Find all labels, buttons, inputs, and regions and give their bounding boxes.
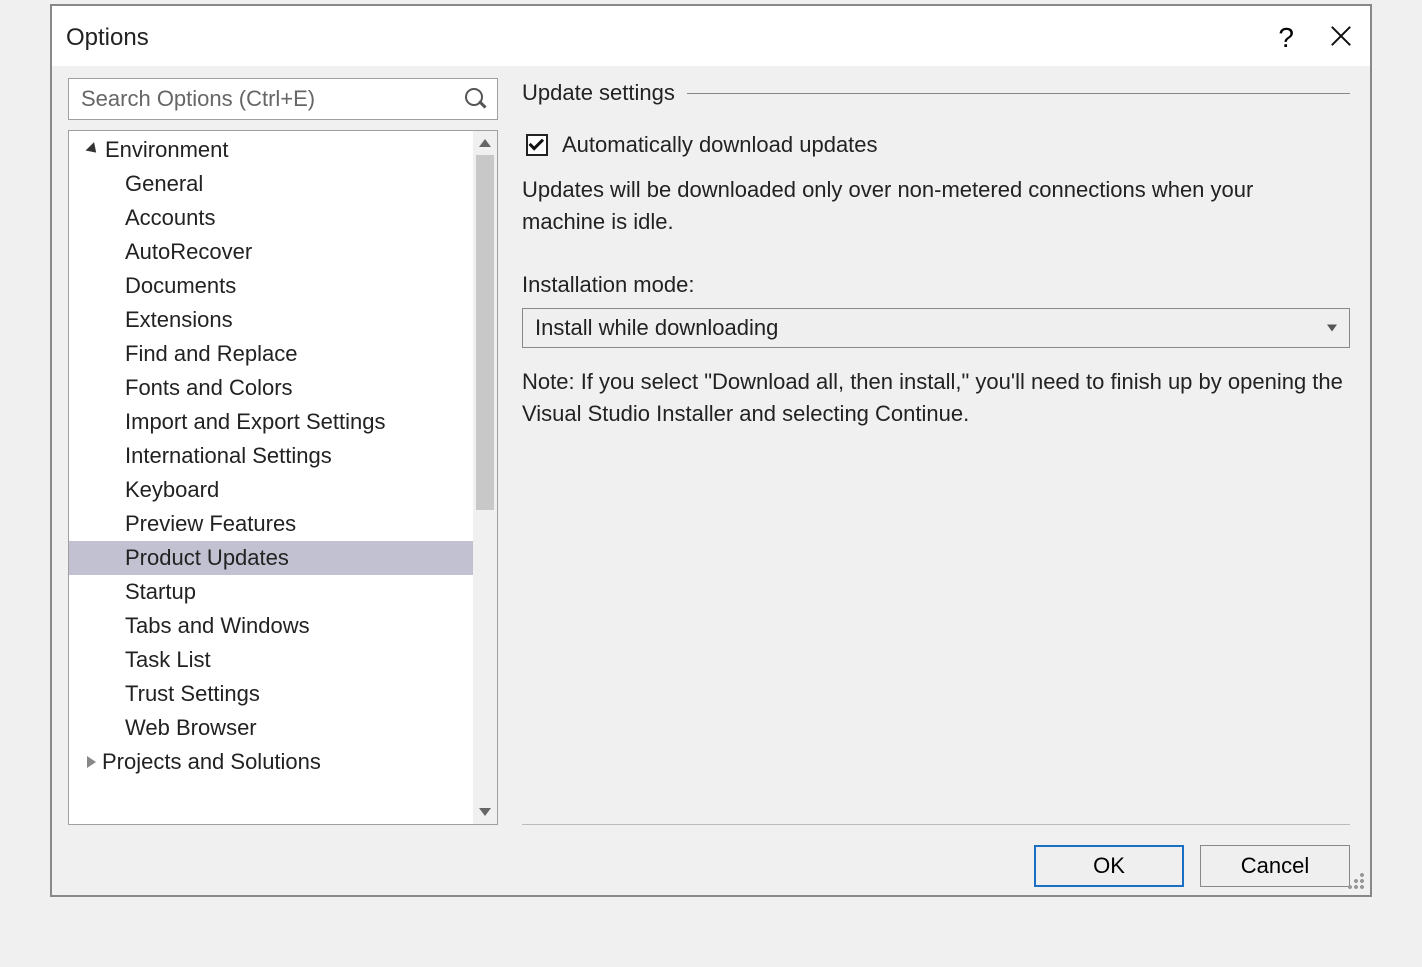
- tree-item-label: Find and Replace: [125, 341, 297, 366]
- tree-item-label: Preview Features: [125, 511, 296, 536]
- titlebar: Options ?: [52, 6, 1370, 66]
- scroll-track[interactable]: [473, 155, 497, 800]
- tree-item-extensions[interactable]: Extensions: [69, 303, 473, 337]
- auto-download-label: Automatically download updates: [562, 132, 878, 158]
- expander-open-icon: [86, 142, 101, 157]
- resize-grip[interactable]: [1348, 873, 1366, 891]
- tree-item-label: Keyboard: [125, 477, 219, 502]
- search-input[interactable]: [79, 85, 465, 113]
- dialog-title: Options: [66, 24, 1278, 52]
- close-button[interactable]: [1330, 25, 1352, 52]
- tree-item-label: Projects and Solutions: [102, 749, 321, 774]
- tree-item-product-updates[interactable]: Product Updates: [69, 541, 473, 575]
- tree-item-startup[interactable]: Startup: [69, 575, 473, 609]
- tree-item-preview-features[interactable]: Preview Features: [69, 507, 473, 541]
- ok-button[interactable]: OK: [1034, 845, 1184, 887]
- tree-scrollbar[interactable]: [473, 131, 497, 824]
- expander-closed-icon: [87, 756, 96, 768]
- tree-item-label: General: [125, 171, 203, 196]
- tree-item-tabs-and-windows[interactable]: Tabs and Windows: [69, 609, 473, 643]
- tree-item-label: Extensions: [125, 307, 233, 332]
- options-tree: Environment General Accounts AutoRecover Doc…: [68, 130, 498, 825]
- install-mode-dropdown[interactable]: Install while downloading: [522, 308, 1350, 348]
- tree-item-label: Accounts: [125, 205, 216, 230]
- help-icon[interactable]: ?: [1278, 24, 1294, 52]
- tree-item-label: Startup: [125, 579, 196, 604]
- tree-item-import-and-export-settings[interactable]: Import and Export Settings: [69, 405, 473, 439]
- tree-item-label: Import and Export Settings: [125, 409, 385, 434]
- search-icon: [465, 88, 487, 110]
- tree-item-label: AutoRecover: [125, 239, 252, 264]
- search-box[interactable]: [68, 78, 498, 120]
- tree-item-label: Task List: [125, 647, 211, 672]
- tree-item-label: Product Updates: [125, 545, 289, 570]
- scroll-up-button[interactable]: [473, 131, 497, 155]
- tree-scroll[interactable]: Environment General Accounts AutoRecover Doc…: [69, 131, 473, 824]
- tree-root-environment[interactable]: Environment: [69, 133, 473, 167]
- tree-item-find-and-replace[interactable]: Find and Replace: [69, 337, 473, 371]
- settings-panel: Update settings Automatically download u…: [498, 78, 1350, 825]
- section-header: Update settings: [522, 80, 1350, 106]
- tree-item-autorecover[interactable]: AutoRecover: [69, 235, 473, 269]
- checkmark-icon: [529, 135, 545, 151]
- chevron-down-icon: [479, 808, 491, 816]
- dialog-footer: OK Cancel: [52, 825, 1370, 895]
- auto-download-description: Updates will be downloaded only over non…: [522, 174, 1332, 238]
- dialog-body: Environment General Accounts AutoRecover Doc…: [52, 66, 1370, 825]
- tree-item-label: Tabs and Windows: [125, 613, 310, 638]
- tree-item-trust-settings[interactable]: Trust Settings: [69, 677, 473, 711]
- tree-root-projects-and-solutions[interactable]: Projects and Solutions: [69, 745, 473, 779]
- install-mode-label: Installation mode:: [522, 272, 1350, 298]
- tree-item-label: Fonts and Colors: [125, 375, 293, 400]
- tree-item-fonts-and-colors[interactable]: Fonts and Colors: [69, 371, 473, 405]
- scroll-thumb[interactable]: [476, 155, 494, 510]
- tree-item-keyboard[interactable]: Keyboard: [69, 473, 473, 507]
- tree-item-label: International Settings: [125, 443, 332, 468]
- tree-item-international-settings[interactable]: International Settings: [69, 439, 473, 473]
- chevron-down-icon: [1327, 324, 1337, 331]
- tree-item-label: Documents: [125, 273, 236, 298]
- tree-item-label: Trust Settings: [125, 681, 260, 706]
- install-mode-note: Note: If you select "Download all, then …: [522, 366, 1350, 430]
- navigation-column: Environment General Accounts AutoRecover Doc…: [68, 78, 498, 825]
- tree-item-documents[interactable]: Documents: [69, 269, 473, 303]
- tree-item-web-browser[interactable]: Web Browser: [69, 711, 473, 745]
- tree-item-general[interactable]: General: [69, 167, 473, 201]
- chevron-up-icon: [479, 139, 491, 147]
- install-mode-value: Install while downloading: [535, 315, 778, 341]
- close-icon: [1330, 25, 1352, 47]
- tree-item-task-list[interactable]: Task List: [69, 643, 473, 677]
- section-rule: [687, 93, 1350, 94]
- auto-download-checkbox[interactable]: [526, 134, 548, 156]
- scroll-down-button[interactable]: [473, 800, 497, 824]
- section-title: Update settings: [522, 80, 675, 106]
- auto-download-row: Automatically download updates: [522, 132, 1350, 158]
- tree-item-label: Web Browser: [125, 715, 257, 740]
- titlebar-controls: ?: [1278, 24, 1360, 52]
- options-dialog: Options ? Environment General Accounts Auto…: [50, 4, 1372, 897]
- tree-item-accounts[interactable]: Accounts: [69, 201, 473, 235]
- tree-item-label: Environment: [105, 137, 229, 162]
- cancel-button[interactable]: Cancel: [1200, 845, 1350, 887]
